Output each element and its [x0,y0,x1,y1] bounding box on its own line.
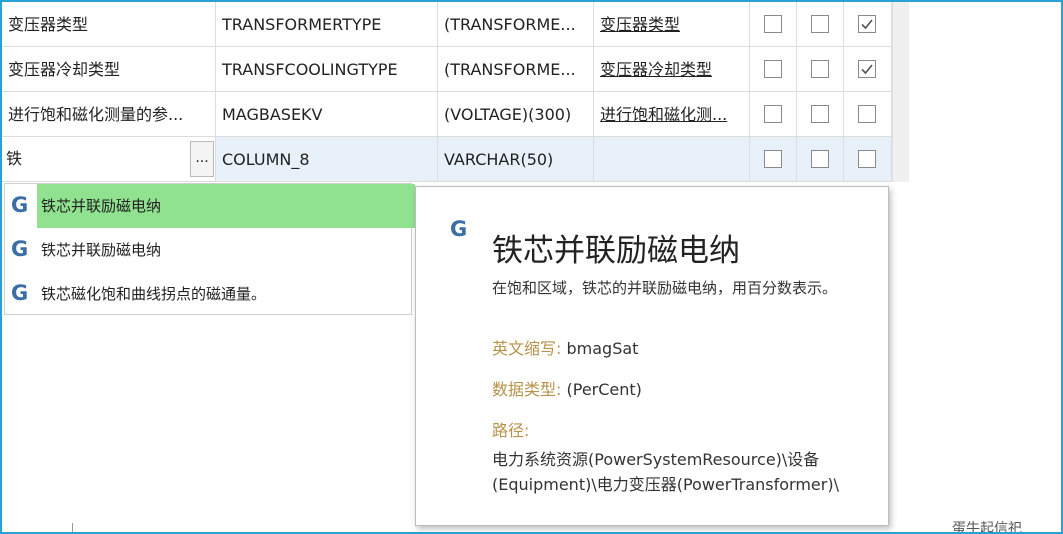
vertical-scrollbar[interactable] [892,2,909,182]
checkbox-cell [844,92,892,137]
list-item[interactable]: G 铁芯并联励磁电纳 [5,184,415,228]
checkbox[interactable] [811,60,829,78]
editing-row[interactable]: 铁 ... COLUMN_8 VARCHAR(50) [2,137,892,182]
checkbox[interactable] [811,150,829,168]
checkbox-cell [844,2,892,47]
dtype-line: 数据类型: (PerCent) [492,376,642,400]
path-label-line: 路径: [492,417,529,441]
autocomplete-list: G 铁芯并联励磁电纳 G 铁芯并联励磁电纳 G 铁芯磁化饱和曲线拐点的磁通量。 [4,183,415,316]
abbr-value: bmagSat [566,339,639,358]
g-icon: G [11,237,29,261]
table-row[interactable]: 变压器类型 TRANSFORMERTYPE (TRANSFORME... 变压器… [2,2,892,47]
list-item-label: 铁芯磁化饱和曲线拐点的磁通量。 [41,285,267,303]
g-icon: G [11,193,29,217]
checkbox[interactable] [858,150,876,168]
list-item-label: 铁芯并联励磁电纳 [37,184,415,228]
dtype-label: 数据类型: [492,380,562,399]
code-cell[interactable]: TRANSFORMERTYPE [216,2,438,47]
checkbox[interactable] [764,60,782,78]
tooltip-title: 铁芯并联励磁电纳 [492,233,740,269]
checkbox-cell [750,92,797,137]
type-cell[interactable]: (VOLTAGE)(300) [438,92,594,137]
reference-link[interactable]: 进行饱和磁化测... [594,92,750,137]
name-edit-cell[interactable]: 铁 ... [2,137,216,182]
name-cell[interactable]: 变压器冷却类型 [2,47,216,92]
checkbox[interactable] [811,105,829,123]
checkbox[interactable] [764,150,782,168]
checkbox-cell [844,47,892,92]
name-cell[interactable]: 进行饱和磁化测量的参... [2,92,216,137]
name-cell[interactable]: 变压器类型 [2,2,216,47]
checkbox-cell [750,2,797,47]
checkbox-cell [750,137,797,182]
abbr-label: 英文缩写: [492,339,562,358]
path-value: 电力系统资源(PowerSystemResource)\设备(Equipment… [492,450,839,494]
tooltip-description: 在饱和区域，铁芯的并联励磁电纳，用百分数表示。 [492,279,838,297]
list-item[interactable]: G 铁芯磁化饱和曲线拐点的磁通量。 [5,272,411,316]
g-icon: G [11,281,29,305]
name-input[interactable]: 铁 [6,137,186,181]
reference-cell[interactable] [594,137,750,182]
list-item[interactable]: G 铁芯并联励磁电纳 [5,228,411,272]
checkbox[interactable] [764,105,782,123]
path-label: 路径: [492,421,530,440]
checkbox-cell [797,137,844,182]
table-row[interactable]: 进行饱和磁化测量的参... MAGBASEKV (VOLTAGE)(300) 进… [2,92,892,137]
checkbox-cell [797,47,844,92]
g-icon: G [450,217,468,241]
divider [72,523,73,532]
checkbox[interactable] [811,15,829,33]
table-row[interactable]: 变压器冷却类型 TRANSFCOOLINGTYPE (TRANSFORME...… [2,47,892,92]
list-item-label: 铁芯并联励磁电纳 [41,241,162,259]
checkbox[interactable] [858,60,876,78]
type-cell[interactable]: (TRANSFORME... [438,2,594,47]
browse-button[interactable]: ... [190,141,214,177]
reference-link[interactable]: 变压器类型 [594,2,750,47]
checkbox[interactable] [764,15,782,33]
checkbox[interactable] [858,105,876,123]
code-cell[interactable]: COLUMN_8 [216,137,438,182]
checkbox-cell [797,92,844,137]
check-icon [861,19,873,30]
check-icon [861,64,873,75]
checkbox-cell [797,2,844,47]
dtype-value: (PerCent) [566,380,642,399]
code-cell[interactable]: TRANSFCOOLINGTYPE [216,47,438,92]
type-cell[interactable]: (TRANSFORME... [438,47,594,92]
window-frame: 变压器类型 TRANSFORMERTYPE (TRANSFORME... 变压器… [0,0,1063,534]
code-cell[interactable]: MAGBASEKV [216,92,438,137]
detail-tooltip: G 铁芯并联励磁电纳 在饱和区域，铁芯的并联励磁电纳，用百分数表示。 英文缩写:… [415,186,889,526]
checkbox[interactable] [858,15,876,33]
type-cell[interactable]: VARCHAR(50) [438,137,594,182]
status-fragment: 蛋牛起信祀 [952,521,1022,534]
checkbox-cell [844,137,892,182]
checkbox-cell [750,47,797,92]
reference-link[interactable]: 变压器冷却类型 [594,47,750,92]
abbr-line: 英文缩写: bmagSat [492,335,638,359]
